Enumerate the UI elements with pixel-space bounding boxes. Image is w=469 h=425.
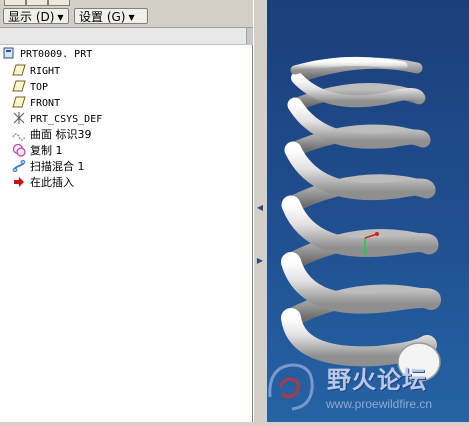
tree-item-right[interactable]: RIGHT [12,63,60,79]
watermark-url: www.proewildfire.cn [326,397,433,411]
copy-feature-icon [12,143,26,157]
tree-item-label: TOP [30,82,49,93]
tree-menu-bar: 显示 (D) ▼ 设置 (G) ▼ [0,6,253,28]
tree-item-label: FRONT [30,98,61,109]
filter-bar-handle [246,28,253,44]
tree-root-part[interactable]: PRT0009. PRT [2,46,92,62]
datum-plane-icon [12,79,26,93]
model-tree-panel: 显示 (D)▼ 设置 (G)▼ PRT0009. PRT RIGHT TOP [0,0,253,422]
display-menu-button[interactable]: 显示 (D) ▼ [3,8,69,24]
tree-item-top[interactable]: TOP [12,79,48,95]
display-menu-label: 显示 (D) [8,10,55,24]
coordinate-system-icon [12,111,26,125]
tree-item-insert-here[interactable]: 在此插入 [12,175,74,191]
chevron-down-icon: ▼ [57,13,64,22]
tree-root-label: PRT0009. PRT [20,49,93,60]
tree-item-copy[interactable]: 复制 1 [12,143,63,159]
tree-filter-bar[interactable] [0,28,253,45]
tree-item-csys[interactable]: PRT_CSYS_DEF [12,111,102,127]
tree-item-label: RIGHT [30,66,61,77]
chevron-down-icon: ▼ [128,13,135,22]
tree-item-surface[interactable]: 曲面 标识39 [12,127,92,143]
tree-item-label: 在此插入 [30,176,74,189]
tree-item-swept-blend[interactable]: 扫描混合 1 [12,159,85,175]
swept-blend-icon [12,159,26,173]
expand-right-icon[interactable]: ▶ [256,256,264,265]
tree-item-label: 扫描混合 1 [30,160,85,173]
collapse-left-icon[interactable]: ◀ [256,203,264,212]
datum-plane-icon [12,63,26,77]
tree-item-front[interactable]: FRONT [12,95,60,111]
forum-logo-icon [268,363,314,411]
tree-item-label: 复制 1 [30,144,63,157]
surface-icon [12,127,26,141]
tree-item-label: 曲面 标识39 [30,128,92,141]
tree-item-label: PRT_CSYS_DEF [30,114,103,125]
settings-menu-label: 设置 (G) [79,10,126,24]
part-icon [2,46,16,60]
settings-menu-button[interactable]: 设置 (G) ▼ [74,8,148,24]
datum-plane-icon [12,95,26,109]
insert-here-icon [12,175,26,189]
watermark-title: 野火论坛 [327,365,427,394]
